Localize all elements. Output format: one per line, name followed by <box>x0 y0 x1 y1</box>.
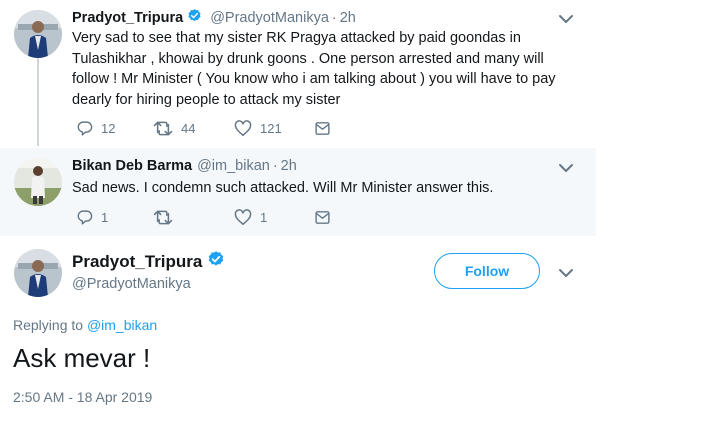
avatar[interactable] <box>14 249 62 297</box>
avatar[interactable] <box>14 10 62 58</box>
like-button[interactable]: 121 <box>234 120 282 137</box>
tweet-text: Very sad to see that my sister RK Pragya… <box>72 30 556 108</box>
avatar[interactable] <box>14 158 62 206</box>
thread-connector <box>37 58 39 146</box>
retweet-icon <box>153 209 173 226</box>
retweet-icon <box>153 120 173 137</box>
author-handle[interactable]: @PradyotManikya <box>72 276 191 292</box>
like-count: 121 <box>260 121 282 136</box>
reply-count: 12 <box>101 121 116 136</box>
tweet-header: Bikan Deb Barma @im_bikan · 2h <box>72 158 297 174</box>
separator: · <box>331 9 337 26</box>
direct-message-icon <box>314 120 331 137</box>
heart-icon <box>234 120 252 137</box>
retweet-button[interactable] <box>153 209 181 226</box>
author-name[interactable]: Pradyot_Tripura <box>72 10 183 26</box>
author-name-row: Pradyot_Tripura <box>72 250 225 273</box>
reply-button[interactable]: 1 <box>76 209 108 226</box>
direct-message-button[interactable] <box>314 120 331 137</box>
tweet-pradyot[interactable]: Pradyot_Tripura @PradyotManikya · 2h Ver… <box>0 0 720 148</box>
tweet-text: Sad news. I condemn such attacked. Will … <box>72 180 494 196</box>
author-name[interactable]: Pradyot_Tripura <box>72 252 202 272</box>
chevron-down-icon[interactable] <box>556 263 576 283</box>
replying-to-link[interactable]: @im_bikan <box>87 317 157 333</box>
tweet-timestamp[interactable]: 2:50 AM - 18 Apr 2019 <box>13 389 152 405</box>
direct-message-button[interactable] <box>314 209 331 226</box>
tweet-time[interactable]: 2h <box>340 10 356 26</box>
replying-prefix: Replying to <box>13 317 84 333</box>
direct-message-icon <box>314 209 331 226</box>
reply-icon <box>76 120 93 137</box>
reply-button[interactable]: 12 <box>76 120 115 137</box>
focused-tweet: Pradyot_Tripura @PradyotManikya Follow R… <box>0 236 720 428</box>
like-count: 1 <box>260 210 268 225</box>
tweet-bikan[interactable]: Bikan Deb Barma @im_bikan · 2h Sad news.… <box>0 148 596 236</box>
retweet-button[interactable]: 44 <box>153 120 195 137</box>
verified-badge-icon <box>207 250 225 273</box>
retweet-count: 44 <box>181 121 196 136</box>
tweet-header: Pradyot_Tripura @PradyotManikya · 2h <box>72 8 356 27</box>
reply-count: 1 <box>101 210 109 225</box>
reply-icon <box>76 209 93 226</box>
separator: · <box>272 158 278 174</box>
tweet-text: Ask mevar ! <box>13 343 151 373</box>
like-button[interactable]: 1 <box>234 209 267 226</box>
verified-badge-icon <box>187 8 202 27</box>
follow-button[interactable]: Follow <box>434 253 540 289</box>
author-handle[interactable]: @PradyotManikya <box>210 10 329 26</box>
author-handle[interactable]: @im_bikan <box>197 158 270 174</box>
tweet-time[interactable]: 2h <box>281 158 297 174</box>
chevron-down-icon[interactable] <box>556 9 576 29</box>
heart-icon <box>234 209 252 226</box>
chevron-down-icon[interactable] <box>556 158 576 178</box>
author-name[interactable]: Bikan Deb Barma <box>72 158 192 174</box>
replying-to: Replying to @im_bikan <box>13 317 157 333</box>
